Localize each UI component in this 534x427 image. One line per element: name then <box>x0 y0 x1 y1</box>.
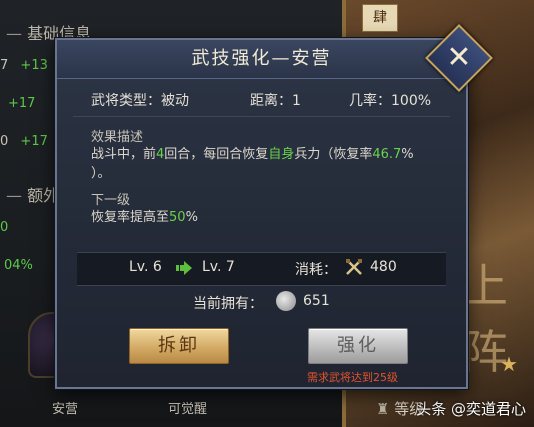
level-to: Lv. 7 <box>202 259 235 275</box>
dialog-title: 武技强化—安营 <box>191 48 332 69</box>
divider <box>73 116 450 117</box>
stat-row: 0 +17 <box>0 134 48 149</box>
rank-badge: 肆 <box>362 4 398 32</box>
stat-row: 7 +13 <box>0 58 48 73</box>
stat-row: +17 <box>8 96 36 111</box>
cost-label: 消耗： <box>295 262 337 278</box>
next-level-description: 恢复率提高至50% <box>91 210 198 225</box>
crossed-swords-icon <box>346 259 362 275</box>
watermark: 头条 @奕道君心 <box>416 400 526 418</box>
close-icon: ✕ <box>446 40 472 75</box>
arrow-right-icon <box>176 261 192 275</box>
section-extra: — 额外 <box>6 186 60 205</box>
next-level-title: 下一级 <box>91 193 131 208</box>
helmet-icon: ♜ <box>376 400 390 418</box>
extra-value: 0 <box>0 220 9 235</box>
effect-title: 效果描述 <box>91 130 144 145</box>
skill-label-camp: 安营 <box>52 402 79 417</box>
level-from: Lv. 6 <box>129 259 162 275</box>
enhance-button[interactable]: 强化 <box>308 328 408 364</box>
skill-label-awaken[interactable]: 可觉醒 <box>168 398 207 417</box>
owned-value: 651 <box>303 293 330 309</box>
owned-label: 当前拥有： <box>193 296 263 312</box>
cost-value: 480 <box>370 259 397 275</box>
distance: 距离：1 <box>250 93 301 109</box>
skill-enhance-dialog: 武技强化—安营 ✕ 武将类型：被动 距离：1 几率：100% 效果描述 战斗中，… <box>55 24 493 389</box>
resource-coin-icon <box>276 291 296 311</box>
general-type: 武将类型：被动 <box>91 93 189 109</box>
requirement-text: 需求武将达到25级 <box>307 371 398 384</box>
star-icon: ★ <box>500 352 518 376</box>
dismantle-button[interactable]: 拆卸 <box>129 328 229 364</box>
extra-value: 04% <box>4 258 33 273</box>
effect-description: 战斗中，前4回合，每回合恢复自身兵力（恢复率46.7%）。 <box>91 147 414 181</box>
deploy-text: 上阵 <box>462 259 508 379</box>
chance: 几率：100% <box>349 93 432 109</box>
